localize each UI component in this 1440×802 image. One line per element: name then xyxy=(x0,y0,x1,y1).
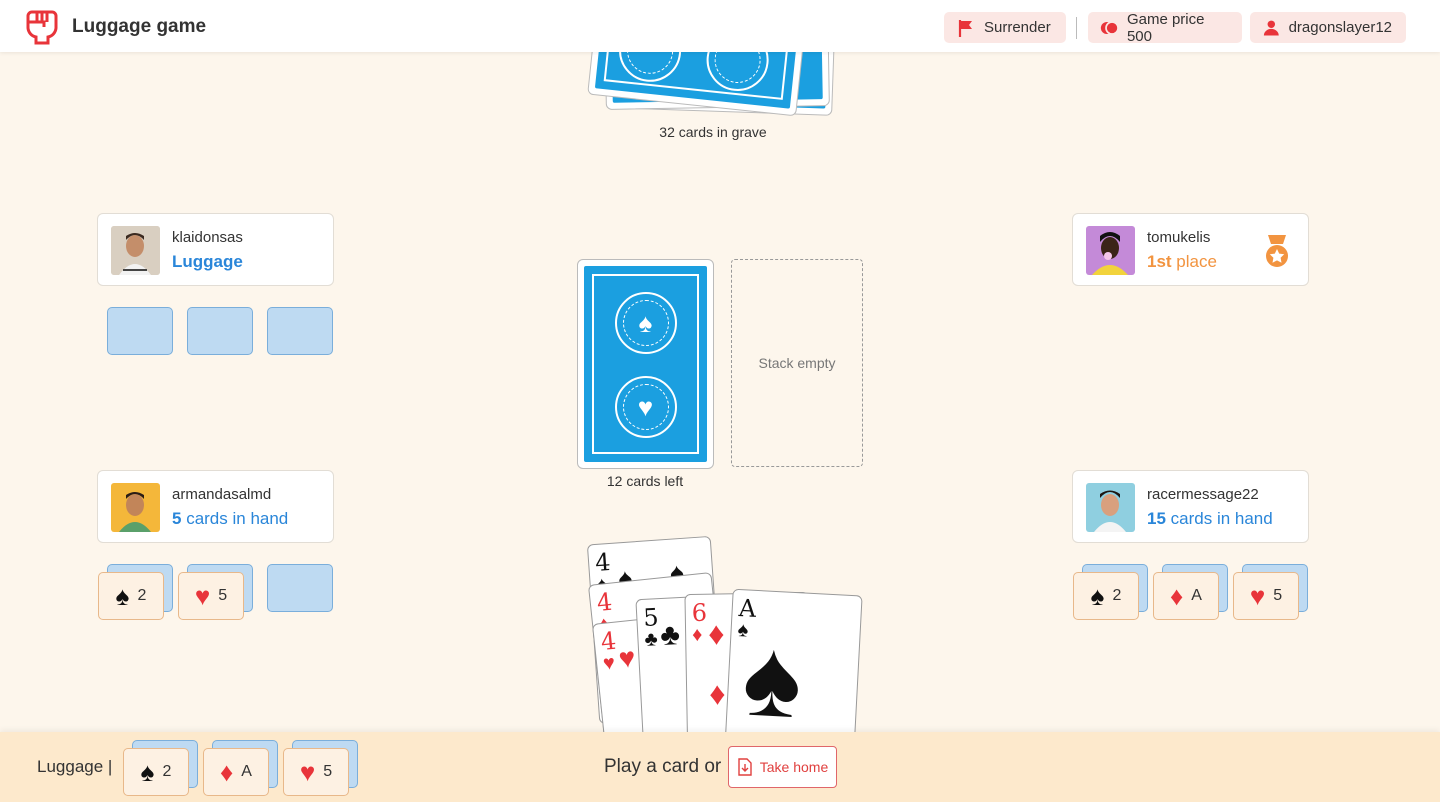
mini-card: ♦ A xyxy=(1153,572,1219,620)
player-place: 1st place xyxy=(1147,252,1217,271)
stack-empty-label: Stack empty xyxy=(758,355,836,371)
play-prompt: Play a card or xyxy=(604,756,722,777)
stack-slot[interactable]: Stack empty xyxy=(731,259,863,467)
card-rank: A xyxy=(241,763,252,780)
mini-card: ♠ 2 xyxy=(1073,572,1139,620)
spade-icon: ♠ xyxy=(115,581,130,611)
spade-icon: ♠ xyxy=(140,757,155,787)
player-panel-tomukelis: tomukelis 1st place xyxy=(1072,213,1309,286)
draw-deck[interactable]: ♠ ♥ xyxy=(577,259,714,469)
player-name: racermessage22 xyxy=(1147,486,1259,503)
coins-icon xyxy=(1100,20,1119,35)
hand-card[interactable]: ♠ 2 xyxy=(123,748,189,796)
player-name: klaidonsas xyxy=(172,229,243,246)
avatar xyxy=(1086,226,1135,275)
luggage-slot[interactable] xyxy=(107,307,173,355)
surrender-label: Surrender xyxy=(984,19,1051,36)
game-price-badge[interactable]: Game price 500 xyxy=(1088,10,1242,45)
player-name: tomukelis xyxy=(1147,229,1211,246)
player-status: Luggage xyxy=(172,252,243,271)
hand-card[interactable]: ♥ 5 xyxy=(283,748,349,796)
card-rank: 2 xyxy=(137,587,147,604)
username-label: dragonslayer12 xyxy=(1288,19,1392,36)
heart-icon: ♥ xyxy=(299,757,316,787)
take-home-label: Take home xyxy=(759,759,829,775)
download-file-icon xyxy=(738,758,752,776)
heart-icon: ♥ xyxy=(1249,581,1266,611)
player-panel-racermessage22: racermessage22 15 cards in hand xyxy=(1072,470,1309,543)
mini-card: ♥ 5 xyxy=(1233,572,1299,620)
player-name: armandasalmd xyxy=(172,486,272,503)
hand-card[interactable]: ♦ A xyxy=(203,748,269,796)
player-card-count: 5 cards in hand xyxy=(172,509,289,528)
player-panel-armandasalmd: armandasalmd 5 cards in hand xyxy=(97,470,334,543)
diamond-icon: ♦ xyxy=(1170,581,1184,611)
surrender-button[interactable]: Surrender xyxy=(944,12,1066,43)
heart-icon: ♥ xyxy=(194,581,211,611)
avatar xyxy=(1086,483,1135,532)
player-panel-klaidonsas: klaidonsas Luggage xyxy=(97,213,334,286)
user-menu-button[interactable]: dragonslayer12 xyxy=(1250,12,1406,43)
medal-icon xyxy=(1266,235,1288,267)
player-card-count: 15 cards in hand xyxy=(1147,509,1273,528)
luggage-slot[interactable] xyxy=(267,307,333,355)
user-icon xyxy=(1263,20,1279,35)
mini-card: ♠ 2 xyxy=(98,572,164,620)
avatar xyxy=(111,226,160,275)
card-rank: 5 xyxy=(1273,587,1283,604)
card-rank: 5 xyxy=(323,763,333,780)
card-rank: 5 xyxy=(218,587,228,604)
card-rank: 2 xyxy=(162,763,172,780)
hand-label: Luggage | xyxy=(37,757,113,776)
flag-icon xyxy=(958,19,972,37)
fist-icon[interactable] xyxy=(22,6,62,46)
game-price-label: Game price 500 xyxy=(1126,10,1205,45)
header-divider xyxy=(1076,17,1077,39)
avatar xyxy=(111,483,160,532)
bridge-league-emblem: ♠ xyxy=(614,292,677,354)
app-title: Luggage game xyxy=(72,16,207,37)
luggage-slot[interactable] xyxy=(267,564,333,612)
card-rank: 2 xyxy=(1112,587,1122,604)
top-bar: Luggage game Surrender Game price 500 dr… xyxy=(0,0,1440,52)
diamond-icon: ♦ xyxy=(220,757,234,787)
spade-icon: ♠ xyxy=(1090,581,1105,611)
deck-count-label: 12 cards left xyxy=(606,473,684,489)
take-home-button[interactable]: Take home xyxy=(728,746,837,788)
grave-count-label: 32 cards in grave xyxy=(659,124,767,140)
card-rank: A xyxy=(1191,587,1202,604)
luggage-slot[interactable] xyxy=(187,307,253,355)
mini-card: ♥ 5 xyxy=(178,572,244,620)
bridge-league-emblem: ♥ xyxy=(614,376,677,438)
